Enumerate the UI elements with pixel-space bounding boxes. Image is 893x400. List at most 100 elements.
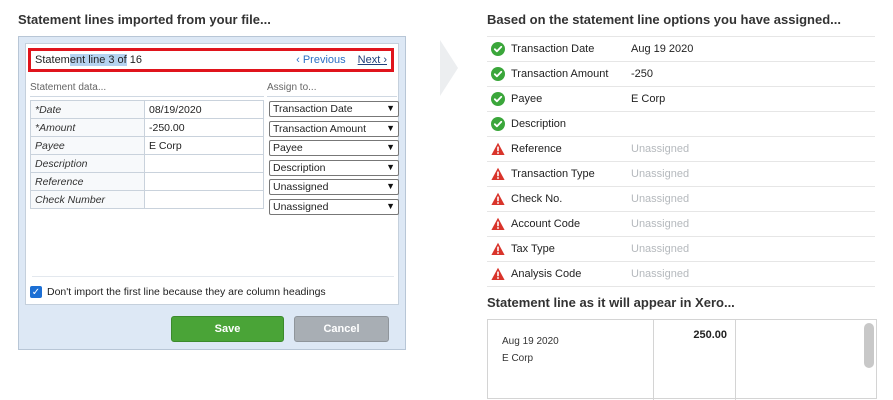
- statement-line-navigator: Statement line 3 of 16 ‹ Previous Next ›: [28, 48, 394, 72]
- select-value: Unassigned: [273, 181, 329, 193]
- mapping-name: Transaction Amount: [511, 68, 609, 80]
- warning-icon: [491, 217, 505, 230]
- chevron-down-icon: ▼: [386, 181, 395, 191]
- select-value: Transaction Amount: [273, 122, 366, 135]
- row-label: Description: [30, 154, 145, 173]
- counter-text-suffix: 16: [126, 54, 143, 66]
- mapping-row: Description: [487, 111, 875, 136]
- mapping-row: Reference Unassigned: [487, 136, 875, 161]
- select-value: Transaction Date: [273, 103, 353, 115]
- select-value: Unassigned: [273, 200, 329, 213]
- table-row: Description: [30, 154, 264, 173]
- preview-amount-cell: 250.00: [654, 320, 736, 400]
- statement-data-header: Statement data...: [30, 82, 107, 93]
- mapping-row: Check No. Unassigned: [487, 186, 875, 211]
- left-heading: Statement lines imported from your file.…: [18, 12, 271, 27]
- mapping-value: Unassigned: [631, 193, 690, 205]
- check-circle-icon: [491, 67, 505, 81]
- mapping-value: E Corp: [631, 93, 666, 105]
- mapping-row: Transaction Amount -250: [487, 61, 875, 86]
- mapping-value: Unassigned: [631, 168, 690, 180]
- cancel-button[interactable]: Cancel: [294, 316, 389, 342]
- row-value: -250.00: [144, 118, 264, 137]
- divider: [267, 96, 397, 97]
- table-row: *Date 08/19/2020: [30, 100, 264, 119]
- import-panel: Statement line 3 of 16 ‹ Previous Next ›…: [18, 36, 406, 350]
- preview-details-cell: Aug 19 2020 E Corp: [488, 320, 654, 400]
- preview-scrollbar[interactable]: [864, 323, 874, 368]
- row-label: *Date: [30, 100, 145, 119]
- mapping-row: Tax Type Unassigned: [487, 236, 875, 261]
- row-value: [144, 190, 264, 209]
- select-value: Payee: [273, 142, 303, 154]
- mapping-name: Reference: [511, 143, 562, 155]
- mapping-name: Analysis Code: [511, 268, 582, 280]
- next-link[interactable]: Next ›: [358, 54, 387, 66]
- mapping-value: Unassigned: [631, 143, 690, 155]
- skip-header-label: Don't import the first line because they…: [47, 286, 326, 298]
- warning-icon: [491, 167, 505, 180]
- warning-icon: [491, 242, 505, 255]
- mapping-name: Account Code: [511, 218, 581, 230]
- row-value: [144, 172, 264, 191]
- mapping-value: Unassigned: [631, 268, 690, 280]
- mapping-name: Transaction Type: [511, 168, 595, 180]
- chevron-down-icon: ▼: [386, 142, 395, 152]
- preview-payee: E Corp: [502, 353, 534, 364]
- chevron-down-icon: ▼: [386, 200, 395, 211]
- row-value: E Corp: [144, 136, 264, 155]
- mapping-value: Unassigned: [631, 218, 690, 230]
- row-value: 08/19/2020: [144, 100, 264, 119]
- assign-to-header: Assign to...: [267, 82, 317, 93]
- mapping-row: Analysis Code Unassigned: [487, 261, 875, 287]
- mapping-row: Transaction Type Unassigned: [487, 161, 875, 186]
- statement-line-preview: Aug 19 2020 E Corp 250.00: [487, 319, 877, 400]
- previous-link[interactable]: ‹ Previous: [296, 54, 346, 66]
- skip-header-checkbox[interactable]: ✓: [30, 286, 42, 298]
- save-button[interactable]: Save: [171, 316, 284, 342]
- assign-select-date[interactable]: Transaction Date ▼: [269, 101, 399, 117]
- check-circle-icon: [491, 117, 505, 131]
- mapping-value: Unassigned: [631, 243, 690, 255]
- statement-line-counter: Statement line 3 of 16: [35, 54, 142, 66]
- mapping-value: Aug 19 2020: [631, 43, 694, 55]
- assign-select-check-number[interactable]: Unassigned ▼: [269, 198, 399, 215]
- mapping-name: Check No.: [511, 193, 563, 205]
- row-value: [144, 154, 264, 173]
- row-label: Reference: [30, 172, 145, 191]
- statement-data-table: *Date 08/19/2020 *Amount -250.00 Payee E Co…: [30, 100, 264, 209]
- table-row: *Amount -250.00: [30, 118, 264, 137]
- assign-selects: Transaction Date ▼ Transaction Amount ▼ Pa…: [269, 101, 399, 218]
- select-value: Description: [273, 161, 326, 174]
- skip-header-option: ✓ Don't import the first line because th…: [30, 286, 326, 298]
- warning-icon: [491, 192, 505, 205]
- row-label: Payee: [30, 136, 145, 155]
- mapping-row: Account Code Unassigned: [487, 211, 875, 236]
- divider: [30, 96, 264, 97]
- statement-data-card: Statement line 3 of 16 ‹ Previous Next ›…: [25, 43, 399, 305]
- warning-icon: [491, 267, 505, 280]
- warning-icon: [491, 142, 505, 155]
- assign-select-amount[interactable]: Transaction Amount ▼: [269, 120, 399, 137]
- mapping-summary-list: Transaction Date Aug 19 2020 Transaction A…: [487, 36, 875, 287]
- arrow-right-icon: [440, 40, 458, 96]
- row-label: *Amount: [30, 118, 145, 137]
- mapping-name: Payee: [511, 93, 543, 105]
- table-row: Check Number: [30, 190, 264, 209]
- chevron-down-icon: ▼: [386, 103, 395, 113]
- table-row: Payee E Corp: [30, 136, 264, 155]
- divider: [32, 276, 394, 277]
- preview-date: Aug 19 2020: [502, 336, 559, 347]
- chevron-down-icon: ▼: [386, 161, 395, 172]
- mapping-value: -250: [631, 68, 654, 80]
- mapping-name: Transaction Date: [511, 43, 595, 55]
- mapping-row: Payee E Corp: [487, 86, 875, 111]
- mapping-name: Description: [511, 118, 567, 130]
- assign-select-reference[interactable]: Unassigned ▼: [269, 179, 399, 195]
- preview-amount: 250.00: [693, 329, 727, 341]
- counter-text-prefix: Statem: [35, 54, 70, 66]
- assign-select-description[interactable]: Description ▼: [269, 159, 399, 176]
- assign-select-payee[interactable]: Payee ▼: [269, 140, 399, 156]
- mapping-row: Transaction Date Aug 19 2020: [487, 36, 875, 61]
- chevron-down-icon: ▼: [386, 122, 395, 133]
